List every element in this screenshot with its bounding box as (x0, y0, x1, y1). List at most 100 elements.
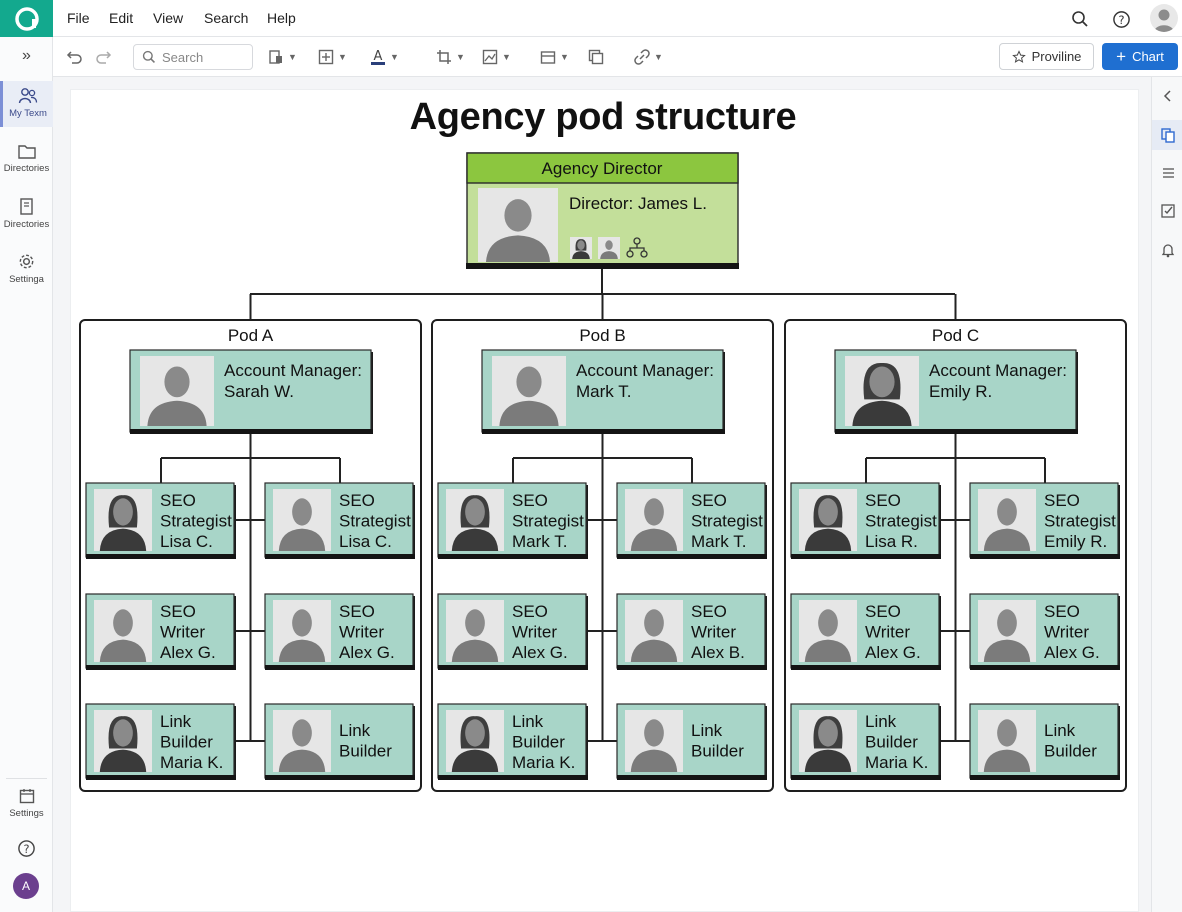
avatar-head (605, 240, 613, 250)
avatar-head (869, 366, 895, 398)
card-base (265, 775, 415, 780)
member-text-line: Strategist (1044, 512, 1116, 531)
card-base (791, 554, 941, 559)
avatar-head (997, 609, 1017, 637)
person-avatar-icon (94, 600, 152, 662)
card-base (791, 775, 941, 780)
card-base (482, 429, 725, 434)
team-member-node[interactable]: SEO StrategistLisa C. (264, 482, 415, 559)
card-base (265, 554, 415, 559)
team-member-node[interactable]: SEO WriterAlex G. (969, 593, 1120, 670)
manager-name: Mark T. (576, 382, 631, 401)
team-member-node[interactable]: SEO StrategistMark T. (616, 482, 767, 559)
person-avatar-icon (273, 489, 331, 551)
card-base (438, 665, 588, 670)
team-member-node[interactable]: SEO WriterAlex G. (85, 593, 236, 670)
team-member-node[interactable]: Link BuilderMaria K. (437, 703, 588, 780)
person-avatar-icon (625, 489, 683, 551)
member-text-line: SEO (160, 491, 196, 510)
card-base (791, 665, 941, 670)
avatar-head (644, 498, 664, 526)
pod-title: Pod B (579, 326, 625, 345)
member-text-line: Writer (160, 623, 205, 642)
team-member-node[interactable]: SEO WriterAlex G. (790, 593, 941, 670)
member-text-line: Strategist (691, 512, 763, 531)
team-member-node[interactable]: SEO StrategistEmily R. (969, 482, 1120, 559)
member-text-line: Mark T. (691, 532, 746, 551)
member-text-line: SEO (512, 602, 548, 621)
director-node[interactable]: Agency Director Director: James L. (466, 152, 739, 269)
member-text-line: Alex B. (691, 643, 745, 662)
avatar-head (113, 609, 133, 637)
member-text-line: SEO (865, 602, 901, 621)
chart-title: Agency pod structure (409, 96, 797, 138)
avatar-head (164, 366, 190, 398)
person-avatar-icon (799, 489, 857, 551)
member-text-line: SEO (691, 602, 727, 621)
member-text-line: Link (160, 712, 192, 731)
member-text-line: Writer (865, 623, 910, 642)
card-base (438, 775, 588, 780)
person-avatar-icon (978, 600, 1036, 662)
person-avatar-icon (598, 237, 620, 259)
director-base (466, 263, 739, 269)
avatar-head (465, 719, 485, 747)
member-text-line: Writer (691, 623, 736, 642)
member-text-line: Link (865, 712, 897, 731)
director-name: Director: James L. (569, 194, 707, 213)
person-avatar-icon (978, 489, 1036, 551)
team-member-node[interactable]: SEO StrategistLisa C. (85, 482, 236, 559)
team-member-node[interactable]: SEO WriterAlex B. (616, 593, 767, 670)
member-text-line: SEO (339, 602, 375, 621)
team-member-node[interactable]: Link Builder (264, 703, 415, 780)
team-member-node[interactable]: SEO WriterAlex G. (264, 593, 415, 670)
account-manager-node[interactable]: Account Manager: Mark T. (481, 349, 725, 434)
member-text-line: Alex G. (160, 643, 216, 662)
account-manager-node[interactable]: Account Manager: Sarah W. (129, 349, 373, 434)
member-text-line: Maria K. (865, 753, 928, 772)
avatar-head (292, 719, 312, 747)
account-manager-node[interactable]: Account Manager: Emily R. (834, 349, 1078, 434)
member-text-line: Link (691, 721, 723, 740)
person-avatar-icon (446, 600, 504, 662)
person-avatar-icon (273, 710, 331, 772)
member-text-line: Mark T. (512, 532, 567, 551)
team-member-node[interactable]: Link Builder (969, 703, 1120, 780)
person-avatar-icon (570, 237, 592, 259)
member-text-line: SEO (1044, 491, 1080, 510)
manager-name: Sarah W. (224, 382, 294, 401)
avatar-head (292, 609, 312, 637)
member-text-line: Writer (1044, 623, 1089, 642)
member-text-line: Alex G. (512, 643, 568, 662)
team-member-node[interactable]: SEO StrategistMark T. (437, 482, 588, 559)
member-text-line: Builder (339, 742, 392, 761)
member-text-line: SEO (160, 602, 196, 621)
member-text-line: Builder (160, 733, 213, 752)
member-text-line: Maria K. (160, 753, 223, 772)
member-text-line: Strategist (865, 512, 937, 531)
person-avatar-icon (94, 489, 152, 551)
team-member-node[interactable]: Link BuilderMaria K. (85, 703, 236, 780)
avatar-head (292, 498, 312, 526)
team-member-node[interactable]: Link BuilderMaria K. (790, 703, 941, 780)
card-base (86, 775, 236, 780)
person-avatar-icon (978, 710, 1036, 772)
person-avatar-icon (446, 710, 504, 772)
member-text-line: Link (1044, 721, 1076, 740)
manager-role: Account Manager: (224, 361, 362, 380)
member-text-line: Link (339, 721, 371, 740)
person-avatar-icon (140, 356, 214, 426)
person-avatar-icon (845, 356, 919, 426)
member-text-line: SEO (512, 491, 548, 510)
avatar-head (504, 199, 532, 232)
team-member-node[interactable]: SEO StrategistLisa R. (790, 482, 941, 559)
member-text-line: SEO (865, 491, 901, 510)
member-text-line: Maria K. (512, 753, 575, 772)
member-text-line: SEO (691, 491, 727, 510)
team-member-node[interactable]: SEO WriterAlex G. (437, 593, 588, 670)
pod-title: Pod C (932, 326, 979, 345)
card-base (130, 429, 373, 434)
team-member-node[interactable]: Link Builder (616, 703, 767, 780)
card-base (617, 775, 767, 780)
member-text-line: Builder (512, 733, 565, 752)
